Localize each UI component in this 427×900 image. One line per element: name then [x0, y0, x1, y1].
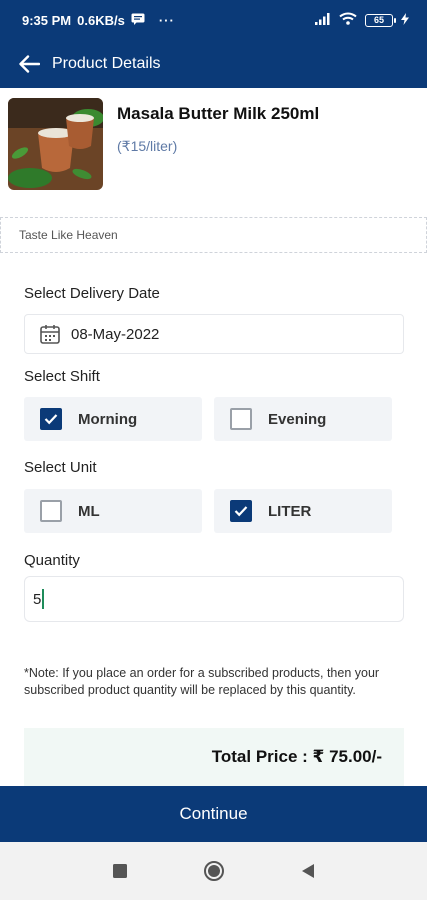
quantity-label: Quantity	[24, 552, 80, 569]
delivery-date-picker[interactable]: 08-May-2022	[24, 314, 404, 354]
network-speed: 0.6KB/s	[77, 12, 125, 28]
page-title: Product Details	[52, 55, 161, 72]
delivery-date-label: Select Delivery Date	[24, 285, 160, 302]
app-bar: Product Details	[0, 40, 427, 88]
total-price: Total Price : ₹ 75.00/-	[211, 747, 382, 766]
checkbox-unchecked-icon[interactable]	[230, 408, 252, 430]
product-unit-price: (₹15/liter)	[117, 138, 178, 154]
wifi-icon	[339, 12, 357, 28]
status-time: 9:35 PM	[22, 12, 72, 28]
total-price-panel: Total Price : ₹ 75.00/-	[24, 728, 404, 786]
back-arrow-icon[interactable]	[18, 50, 46, 78]
quantity-input[interactable]: 5	[24, 576, 404, 622]
product-summary: Masala Butter Milk 250ml (₹15/liter)	[0, 88, 427, 200]
unit-option-label: ML	[78, 502, 100, 520]
shift-option-morning[interactable]: Morning	[24, 397, 202, 441]
calendar-icon	[39, 323, 61, 345]
product-tagline: Taste Like Heaven	[0, 217, 427, 253]
shift-label: Select Shift	[24, 368, 100, 385]
system-navigation-bar	[0, 842, 427, 900]
unit-option-label: LITER	[268, 502, 312, 520]
checkbox-checked-icon[interactable]	[40, 408, 62, 430]
shift-option-label: Morning	[78, 410, 138, 428]
product-name: Masala Butter Milk 250ml	[117, 104, 320, 123]
checkbox-unchecked-icon[interactable]	[40, 500, 62, 522]
shift-option-label: Evening	[268, 410, 327, 428]
subscription-note: *Note: If you place an order for a subsc…	[24, 666, 380, 697]
quantity-value: 5	[33, 590, 42, 608]
charging-icon	[401, 12, 409, 28]
back-icon[interactable]	[296, 859, 320, 883]
unit-label: Select Unit	[24, 459, 97, 476]
text-cursor	[42, 589, 44, 609]
checkbox-checked-icon[interactable]	[230, 500, 252, 522]
signal-icon	[315, 12, 331, 28]
message-icon	[131, 13, 145, 28]
product-image	[8, 98, 103, 190]
status-bar: 9:35 PM 0.6KB/s ··· 65	[0, 0, 427, 40]
battery-level: 65	[373, 15, 384, 25]
unit-option-ml[interactable]: ML	[24, 489, 202, 533]
home-icon[interactable]	[202, 859, 226, 883]
shift-option-evening[interactable]: Evening	[214, 397, 392, 441]
recent-apps-icon[interactable]	[108, 859, 132, 883]
battery-icon: 65	[365, 13, 396, 27]
unit-option-liter[interactable]: LITER	[214, 489, 392, 533]
delivery-date-value: 08-May-2022	[71, 325, 160, 343]
continue-button[interactable]: Continue	[0, 786, 427, 842]
more-notifications-icon: ···	[158, 12, 175, 28]
